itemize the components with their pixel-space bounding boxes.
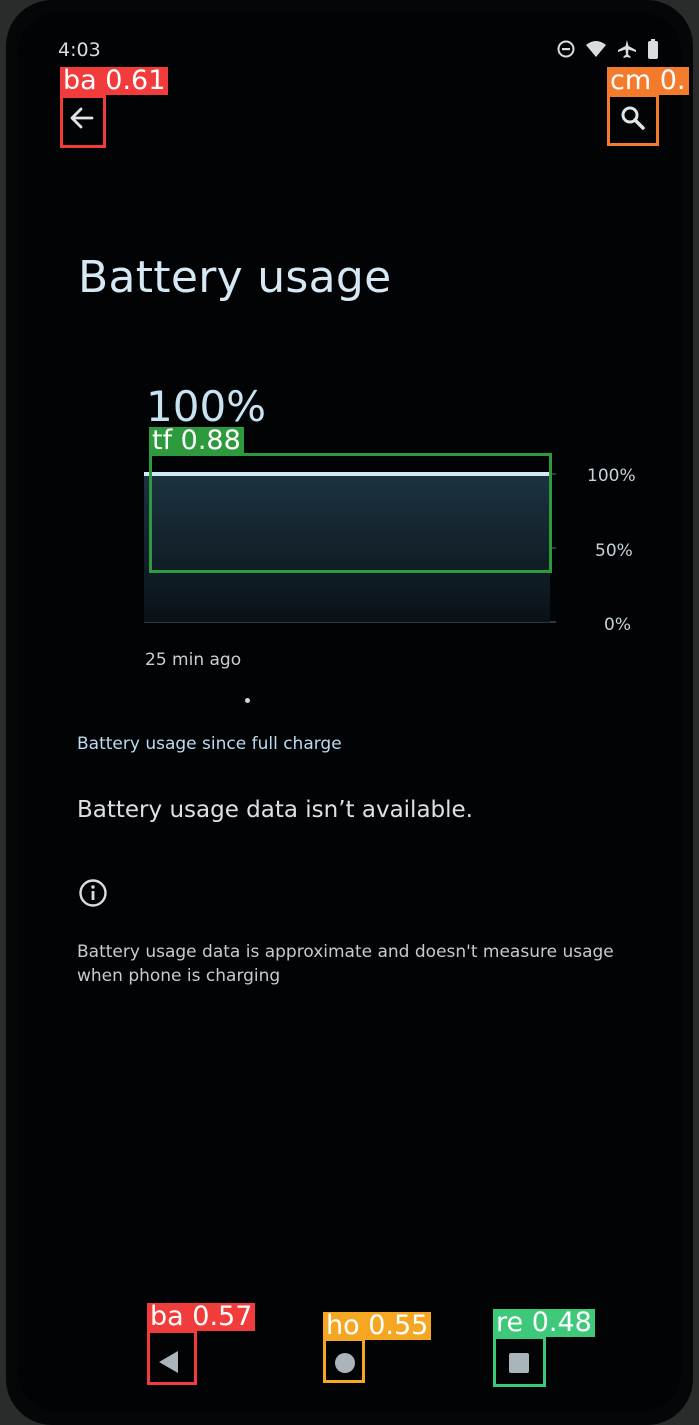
status-time: 4:03 xyxy=(58,39,101,61)
chart-time-label: 25 min ago xyxy=(145,650,242,670)
detection-box-chart xyxy=(149,453,552,573)
status-icons xyxy=(557,39,659,59)
wifi-icon xyxy=(585,40,607,58)
detection-box-back xyxy=(60,95,106,148)
section-label: Battery usage since full charge xyxy=(77,734,342,754)
axis-label-50: 50% xyxy=(595,541,633,561)
screen: 4:03 Battery usage 100% 100% 50% 0% 25 m… xyxy=(18,12,681,1412)
page-title: Battery usage xyxy=(78,252,392,303)
axis-label-100: 100% xyxy=(587,466,636,486)
phone-frame: 4:03 Battery usage 100% 100% 50% 0% 25 m… xyxy=(0,0,699,1425)
detection-box-home xyxy=(323,1338,365,1383)
detection-label-home: ho 0.55 xyxy=(323,1312,432,1340)
detection-box-recents xyxy=(493,1336,546,1387)
detection-box-nav-back xyxy=(147,1330,197,1385)
footnote-text: Battery usage data is approximate and do… xyxy=(77,942,614,986)
battery-percent: 100% xyxy=(146,382,267,431)
do-not-disturb-icon xyxy=(557,40,575,58)
detection-label-back: ba 0.61 xyxy=(60,67,169,95)
detection-box-search xyxy=(607,94,659,146)
axis-label-0: 0% xyxy=(604,615,631,635)
info-icon xyxy=(78,878,108,908)
detection-label-nav-back: ba 0.57 xyxy=(147,1303,256,1331)
detection-label-recents: re 0.48 xyxy=(493,1309,595,1337)
no-data-message: Battery usage data isn’t available. xyxy=(77,797,473,823)
detection-label-chart: tf 0.88 xyxy=(149,427,244,455)
airplane-icon xyxy=(617,39,637,59)
page-dot-indicator xyxy=(245,698,250,703)
detection-label-search: cm 0. xyxy=(607,67,689,95)
battery-icon xyxy=(647,39,659,59)
